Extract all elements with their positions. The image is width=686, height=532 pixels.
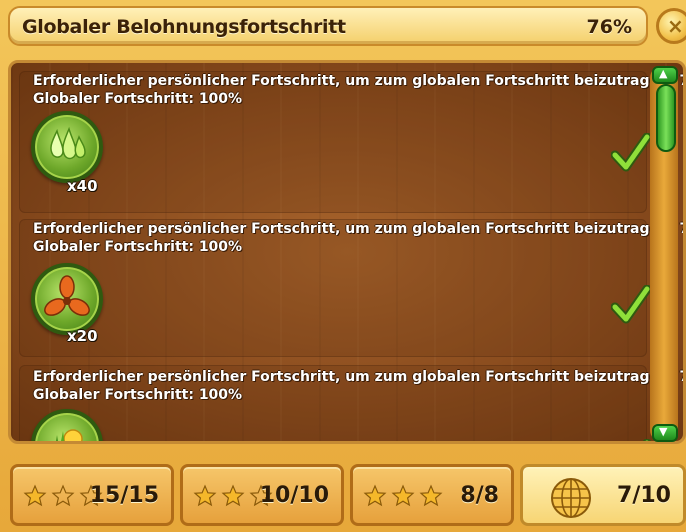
tab-progress: 7/10 [617,483,671,508]
sun-plant-icon [31,409,103,441]
reward-window: Globaler Belohnungsfortschritt 76% × Erf… [0,0,686,532]
scroll-up-button[interactable]: ▲ [652,66,678,84]
scroll-down-button[interactable]: ▼ [652,424,678,442]
reward-list[interactable]: Erforderlicher persönlicher Fortschritt,… [8,60,686,444]
reward-quantity: x20 [67,327,98,345]
tab-one-star[interactable]: 15/15 [10,464,174,526]
required-progress-text: Erforderlicher persönlicher Fortschritt,… [33,73,686,89]
globe-icon [551,478,591,518]
stars-icon [363,484,443,507]
water-drops-icon [31,111,103,183]
tab-three-star[interactable]: 8/8 [350,464,514,526]
reward-row: Erforderlicher persönlicher Fortschritt,… [19,71,683,213]
required-progress-text: Erforderlicher persönlicher Fortschritt,… [33,369,686,385]
checkmark-icon [611,133,651,172]
checkmark-icon [611,285,651,324]
tab-global[interactable]: 7/10 [520,464,686,526]
close-button[interactable]: × [656,8,686,44]
page-title: Globaler Belohnungsfortschritt [22,16,346,38]
checkmark-icon [642,439,651,441]
global-progress-text: Globaler Fortschritt: 100% [33,387,243,403]
scrollbar-thumb[interactable] [656,84,676,152]
required-progress-text: Erforderlicher persönlicher Fortschritt,… [33,221,686,237]
arrow-down-icon: ▼ [659,425,668,438]
global-progress-percent: 76% [586,16,632,38]
arrow-up-icon: ▲ [659,67,668,80]
tab-two-star[interactable]: 10/10 [180,464,344,526]
reward-quantity: x40 [67,177,98,195]
close-icon: × [667,14,684,38]
tab-progress: 10/10 [259,483,329,508]
reward-row: Erforderlicher persönlicher Fortschritt,… [19,365,683,441]
tab-progress: 15/15 [89,483,159,508]
fan-icon [31,263,103,335]
title-bar: Globaler Belohnungsfortschritt 76% [8,6,648,46]
global-progress-text: Globaler Fortschritt: 100% [33,91,243,107]
tab-progress: 8/8 [460,483,499,508]
reward-row: Erforderlicher persönlicher Fortschritt,… [19,219,683,357]
global-progress-text: Globaler Fortschritt: 100% [33,239,243,255]
